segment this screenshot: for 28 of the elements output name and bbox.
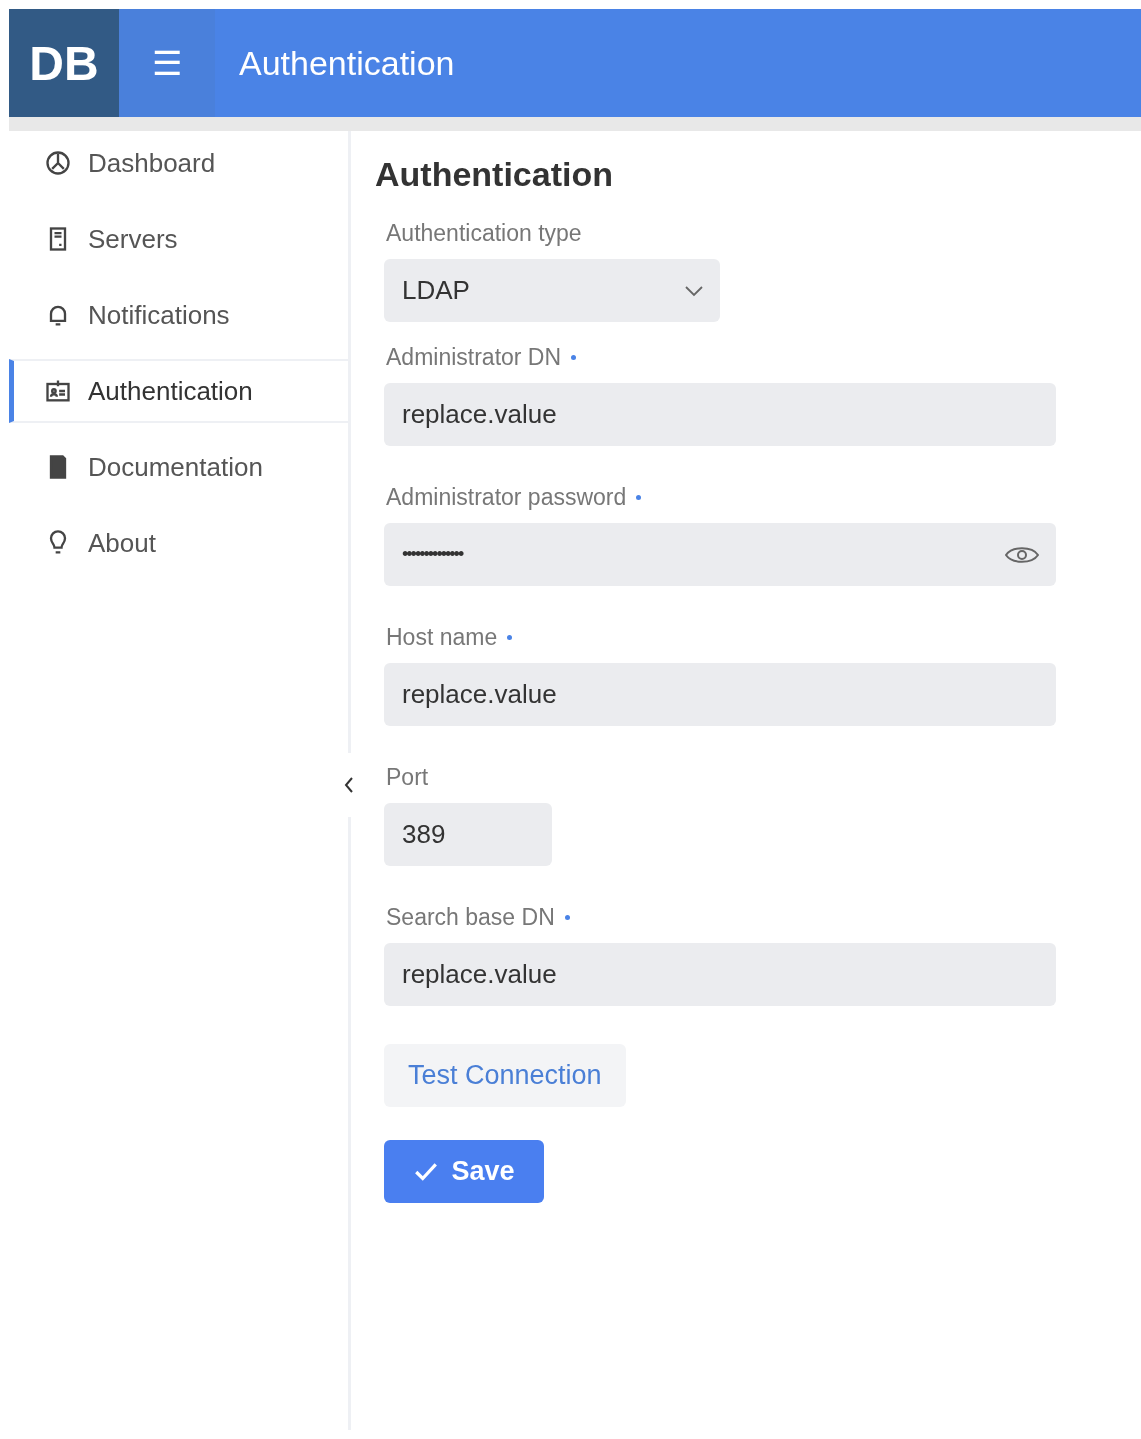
sidebar-item[interactable]: Documentation xyxy=(9,435,348,499)
select-field[interactable]: LDAP xyxy=(384,259,720,322)
dashboard-icon xyxy=(44,149,72,177)
input-field[interactable]: replace.value xyxy=(384,383,1056,446)
chevron-left-icon xyxy=(343,775,355,795)
input-field[interactable]: 389 xyxy=(384,803,552,866)
sidebar-item[interactable]: Dashboard xyxy=(9,131,348,195)
logo: DB xyxy=(9,9,119,117)
sidebar-item[interactable]: Notifications xyxy=(9,283,348,347)
field-label: Authentication type xyxy=(386,220,582,247)
field-label: Port xyxy=(386,764,429,791)
save-button[interactable]: Save xyxy=(384,1140,544,1203)
sidebar-item[interactable]: Authentication xyxy=(9,359,348,423)
chevron-down-icon xyxy=(684,284,704,297)
sidebar-item[interactable]: Servers xyxy=(9,207,348,271)
field-label: Host name xyxy=(386,624,498,651)
input-field[interactable]: •••••••••••••• xyxy=(384,523,1056,586)
input-field[interactable]: replace.value xyxy=(384,943,1056,1006)
section-title: Authentication xyxy=(375,155,614,194)
test-connection-button[interactable]: Test Connection xyxy=(384,1044,626,1107)
field-label: Search base DN xyxy=(386,904,555,931)
field-label: Administrator DN xyxy=(386,344,562,371)
menu-button[interactable]: ☰ xyxy=(119,9,215,117)
check-icon xyxy=(413,1160,440,1183)
input-field[interactable]: replace.value xyxy=(384,663,1056,726)
sidebar-item[interactable]: About xyxy=(9,511,348,575)
page-title: Authentication xyxy=(238,43,455,83)
field-label: Administrator password xyxy=(386,484,627,511)
